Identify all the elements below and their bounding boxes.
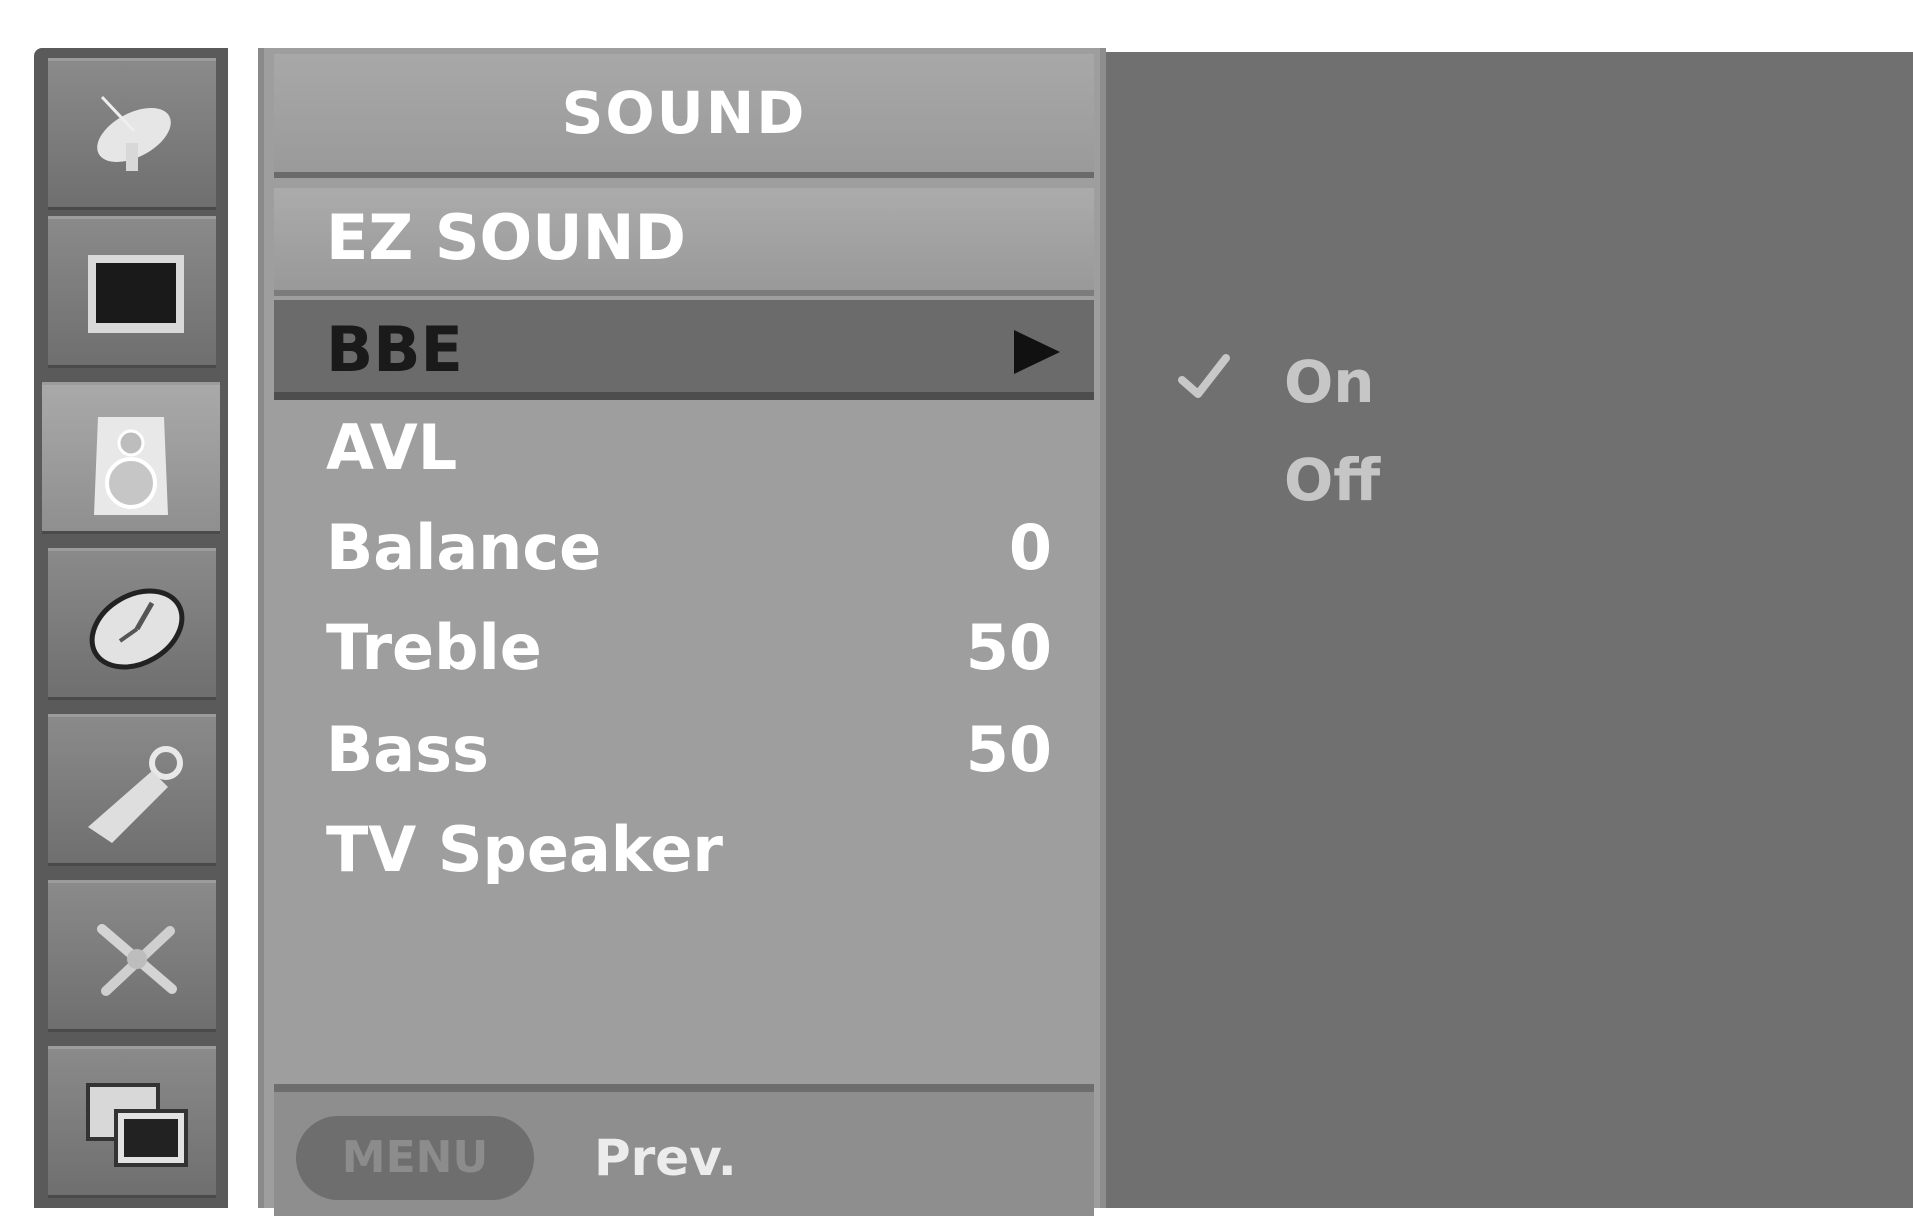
tools-icon (97, 924, 177, 996)
menu-item-bass[interactable]: Bass 50 (274, 700, 1094, 800)
category-sidebar (34, 48, 228, 1208)
picture-screen-icon (88, 255, 184, 333)
menu-item-label: EZ SOUND (326, 201, 686, 274)
menu-item-treble[interactable]: Treble 50 (274, 598, 1094, 698)
menu-item-label: TV Speaker (326, 813, 723, 886)
submenu-arrow-icon (1014, 330, 1060, 374)
option-off[interactable]: Off (1284, 446, 1380, 514)
menu-item-avl[interactable]: AVL (274, 398, 1094, 498)
menu-item-label: Bass (326, 713, 489, 786)
antenna-dish-icon (97, 95, 171, 171)
menu-item-ez-sound[interactable]: EZ SOUND (274, 188, 1094, 296)
checkmark-icon (1178, 354, 1230, 398)
menu-item-value: 50 (965, 713, 1052, 786)
speaker-icon (94, 417, 168, 515)
menu-footer: MENU Prev. (274, 1084, 1094, 1216)
setup-category-button[interactable] (48, 58, 216, 210)
menu-item-label: AVL (326, 411, 458, 484)
menu-item-bbe[interactable]: BBE (274, 300, 1094, 400)
lock-category-button[interactable] (48, 714, 216, 866)
menu-button[interactable]: MENU (296, 1116, 534, 1200)
sound-menu-panel: SOUND EZ SOUND BBE AVL Balance 0 Treble … (258, 48, 1106, 1216)
menu-item-value: 0 (1008, 511, 1052, 584)
picture-category-button[interactable] (48, 216, 216, 368)
key-tag-icon (88, 746, 183, 843)
bbe-submenu: On Off (1106, 52, 1913, 1208)
menu-item-tv-speaker[interactable]: TV Speaker (274, 800, 1094, 900)
option-on[interactable]: On (1284, 348, 1375, 416)
option-category-button[interactable] (48, 880, 216, 1032)
menu-item-label: BBE (326, 313, 463, 386)
menu-title: SOUND (274, 54, 1094, 178)
menu-item-label: Treble (326, 611, 542, 684)
clock-icon (89, 588, 185, 670)
time-category-button[interactable] (48, 548, 216, 700)
pip-category-button[interactable] (48, 1046, 216, 1198)
menu-item-value: 50 (965, 611, 1052, 684)
sound-category-button[interactable] (42, 382, 220, 534)
menu-item-balance[interactable]: Balance 0 (274, 498, 1094, 598)
prev-label: Prev. (594, 1129, 737, 1187)
pip-icon (86, 1083, 188, 1167)
menu-item-label: Balance (326, 511, 602, 584)
